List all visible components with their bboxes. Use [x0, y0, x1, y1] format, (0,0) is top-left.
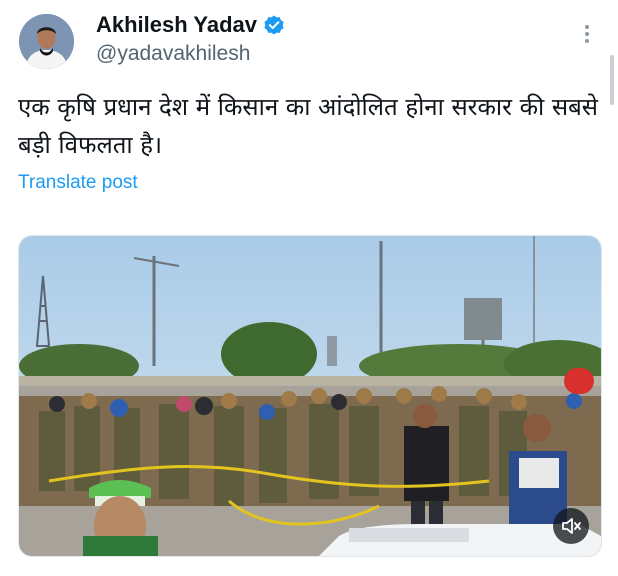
translate-post-link[interactable]: Translate post [18, 172, 138, 194]
bottom-spacer [0, 558, 618, 576]
author-name-row: Akhilesh Yadav [96, 12, 285, 38]
post-video[interactable] [18, 235, 602, 557]
author-handle[interactable]: @yadavakhilesh [96, 42, 250, 66]
post-text: एक कृषि प्रधान देश में किसान का आंदोलित … [18, 93, 599, 159]
more-options-icon[interactable] [580, 22, 594, 50]
author-display-name[interactable]: Akhilesh Yadav [96, 12, 257, 38]
volume-muted-icon[interactable] [553, 508, 589, 544]
video-frame [19, 236, 601, 556]
avatar[interactable] [19, 14, 74, 69]
verified-badge-icon [263, 14, 285, 36]
avatar-image [19, 14, 74, 69]
scrollbar[interactable] [610, 55, 614, 105]
